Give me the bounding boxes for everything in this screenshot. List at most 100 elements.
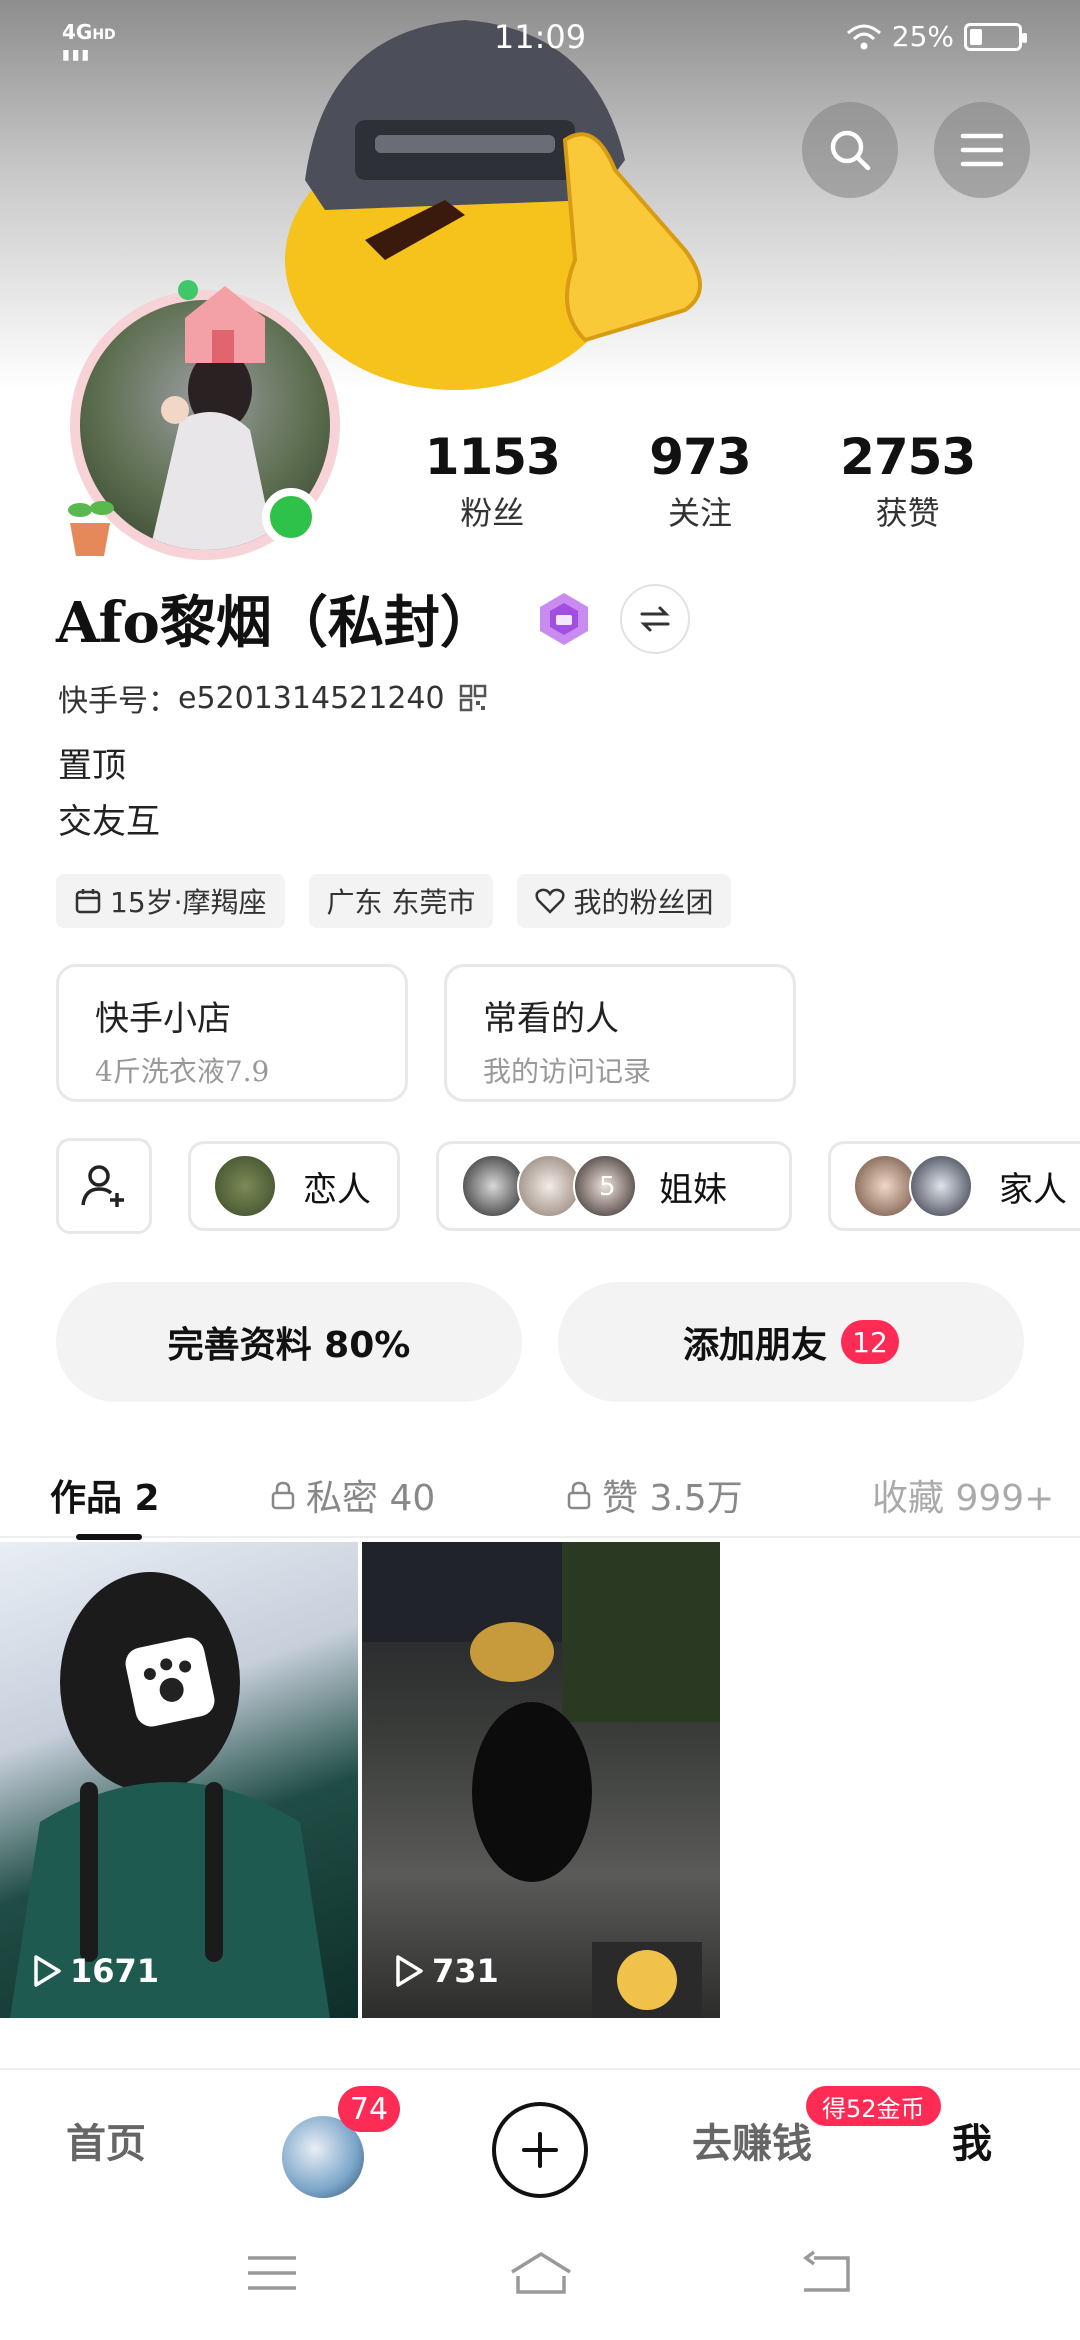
play-count: 731 [394, 1952, 499, 1990]
card-title: 快手小店 [95, 999, 231, 1039]
messages-badge: 74 [338, 2086, 400, 2132]
kuaishou-id-row[interactable]: 快手号： e5201314521240 [58, 676, 487, 720]
tab-works[interactable]: 作品 2 [50, 1452, 160, 1538]
group-label: 家人 [999, 1169, 1067, 1210]
stat-followers[interactable]: 1153 粉丝 [424, 428, 561, 534]
friend-requests-badge: 12 [841, 1320, 899, 1364]
stat-value: 973 [649, 428, 751, 486]
add-group-button[interactable] [56, 1138, 152, 1234]
friend-groups: 恋人 5 姐妹 家人 [56, 1138, 1080, 1234]
stat-label: 获赞 [875, 494, 940, 532]
avatar [461, 1154, 525, 1218]
search-button[interactable] [802, 102, 898, 198]
play-count-value: 1671 [70, 1952, 160, 1990]
complete-profile-button[interactable]: 完善资料 80% [56, 1282, 522, 1402]
card-subtitle: 我的访问记录 [483, 1055, 652, 1088]
swap-icon [640, 606, 670, 631]
stat-value: 2753 [840, 428, 976, 486]
video-grid: 1671 731 [0, 1542, 720, 2018]
online-status-dot [262, 488, 320, 546]
profile-tags: 15岁·摩羯座 广东 东莞市 我的粉丝团 [56, 874, 732, 928]
battery-icon [964, 22, 1027, 51]
tab-private[interactable]: 私密 40 [270, 1452, 435, 1538]
lock-icon [567, 1481, 591, 1510]
tag-text: 我的粉丝团 [573, 886, 714, 919]
profile-avatar[interactable] [50, 278, 360, 568]
play-count-value: 731 [432, 1952, 499, 1990]
tag-fan-club[interactable]: 我的粉丝团 [517, 874, 732, 928]
tab-label: 私密 40 [306, 1478, 436, 1519]
avatar: 5 [573, 1154, 637, 1218]
kuaishou-id-label: 快手号： [58, 684, 178, 719]
earn-badge: 得52金币 [806, 2086, 941, 2126]
tag-text: 15岁·摩羯座 [110, 886, 267, 919]
switch-account-button[interactable] [619, 583, 690, 654]
card-kuaishou-shop[interactable]: 快手小店 4斤洗衣液7.9 [56, 964, 408, 1102]
stat-likes[interactable]: 2753 获赞 [840, 428, 976, 534]
avatar [853, 1154, 917, 1218]
add-user-icon [81, 1165, 124, 1207]
nav-earn[interactable]: 去赚钱 [692, 2070, 812, 2210]
play-count: 1671 [32, 1952, 159, 1990]
gem-badge-icon[interactable] [536, 591, 592, 647]
stat-label: 关注 [667, 494, 732, 532]
kuaishou-id: e5201314521240 [178, 680, 445, 716]
recent-apps-icon[interactable] [242, 2248, 302, 2298]
video-thumbnail[interactable]: 731 [362, 1542, 720, 2018]
card-subtitle: 4斤洗衣液7.9 [95, 1055, 270, 1088]
search-icon [830, 130, 871, 171]
group-label: 恋人 [303, 1169, 371, 1210]
qr-code-icon[interactable] [459, 684, 487, 712]
card-frequent-visitors[interactable]: 常看的人 我的访问记录 [444, 964, 796, 1102]
back-icon[interactable] [796, 2248, 856, 2298]
video-cover [362, 1542, 720, 2018]
video-cover [10, 1572, 330, 2018]
create-post-button[interactable] [492, 2102, 588, 2198]
nav-me[interactable]: 我 [952, 2070, 992, 2210]
home-icon[interactable] [506, 2248, 576, 2298]
tab-label: 作品 2 [50, 1478, 160, 1519]
nav-home[interactable]: 首页 [66, 2070, 146, 2210]
card-title: 常看的人 [483, 999, 619, 1039]
lock-icon [271, 1481, 295, 1510]
tab-favorites[interactable]: 收藏 999+ [872, 1452, 1054, 1538]
play-icon [34, 1955, 61, 1987]
bio-line: 置顶 [58, 746, 126, 786]
plus-icon [522, 2132, 558, 2168]
profile-bio: 置顶 交友互 [58, 738, 160, 850]
group-count: 5 [599, 1172, 616, 1202]
avatar [909, 1154, 973, 1218]
video-thumbnail[interactable]: 1671 [0, 1542, 358, 2018]
tag-age: 15岁·摩羯座 [56, 874, 285, 928]
menu-icon [960, 133, 1004, 167]
menu-button[interactable] [934, 102, 1030, 198]
plant-pot-icon [68, 501, 114, 556]
house-sticker-icon [178, 280, 265, 363]
active-tab-indicator [76, 1534, 142, 1540]
stat-value: 1153 [424, 428, 561, 486]
tab-label: 收藏 999+ [872, 1478, 1055, 1519]
status-bar: 4GHD ▮▮▮ 11:09 25% [0, 0, 1080, 80]
system-navigation-bar [0, 2210, 1080, 2340]
tab-liked[interactable]: 赞 3.5万 [566, 1452, 743, 1538]
profile-stats: 1153 粉丝 973 关注 2753 获赞 [380, 428, 1020, 534]
stat-label: 粉丝 [460, 494, 525, 532]
play-icon [396, 1955, 423, 1987]
wifi-icon [846, 24, 881, 49]
group-family[interactable]: 家人 [828, 1141, 1080, 1231]
add-friends-button[interactable]: 添加朋友 12 [558, 1282, 1024, 1402]
profile-name: Afo黎烟（私封） [56, 590, 496, 656]
content-tabs: 作品 2 私密 40 赞 3.5万 收藏 999+ [0, 1452, 1080, 1540]
button-label: 完善资料 80% [167, 1325, 411, 1366]
stat-following[interactable]: 973 关注 [649, 428, 751, 534]
battery-percent: 25% [891, 20, 954, 53]
bottom-nav: 首页 74 去赚钱 得52金币 我 [0, 2068, 1080, 2208]
tag-location: 广东 东莞市 [308, 874, 494, 928]
button-label: 添加朋友 [682, 1325, 827, 1366]
group-lovers[interactable]: 恋人 [188, 1141, 400, 1231]
group-sisters[interactable]: 5 姐妹 [436, 1141, 792, 1231]
group-label: 姐妹 [659, 1169, 727, 1210]
bio-line: 交友互 [58, 802, 160, 842]
battery-level [970, 28, 982, 45]
avatar [213, 1154, 277, 1218]
